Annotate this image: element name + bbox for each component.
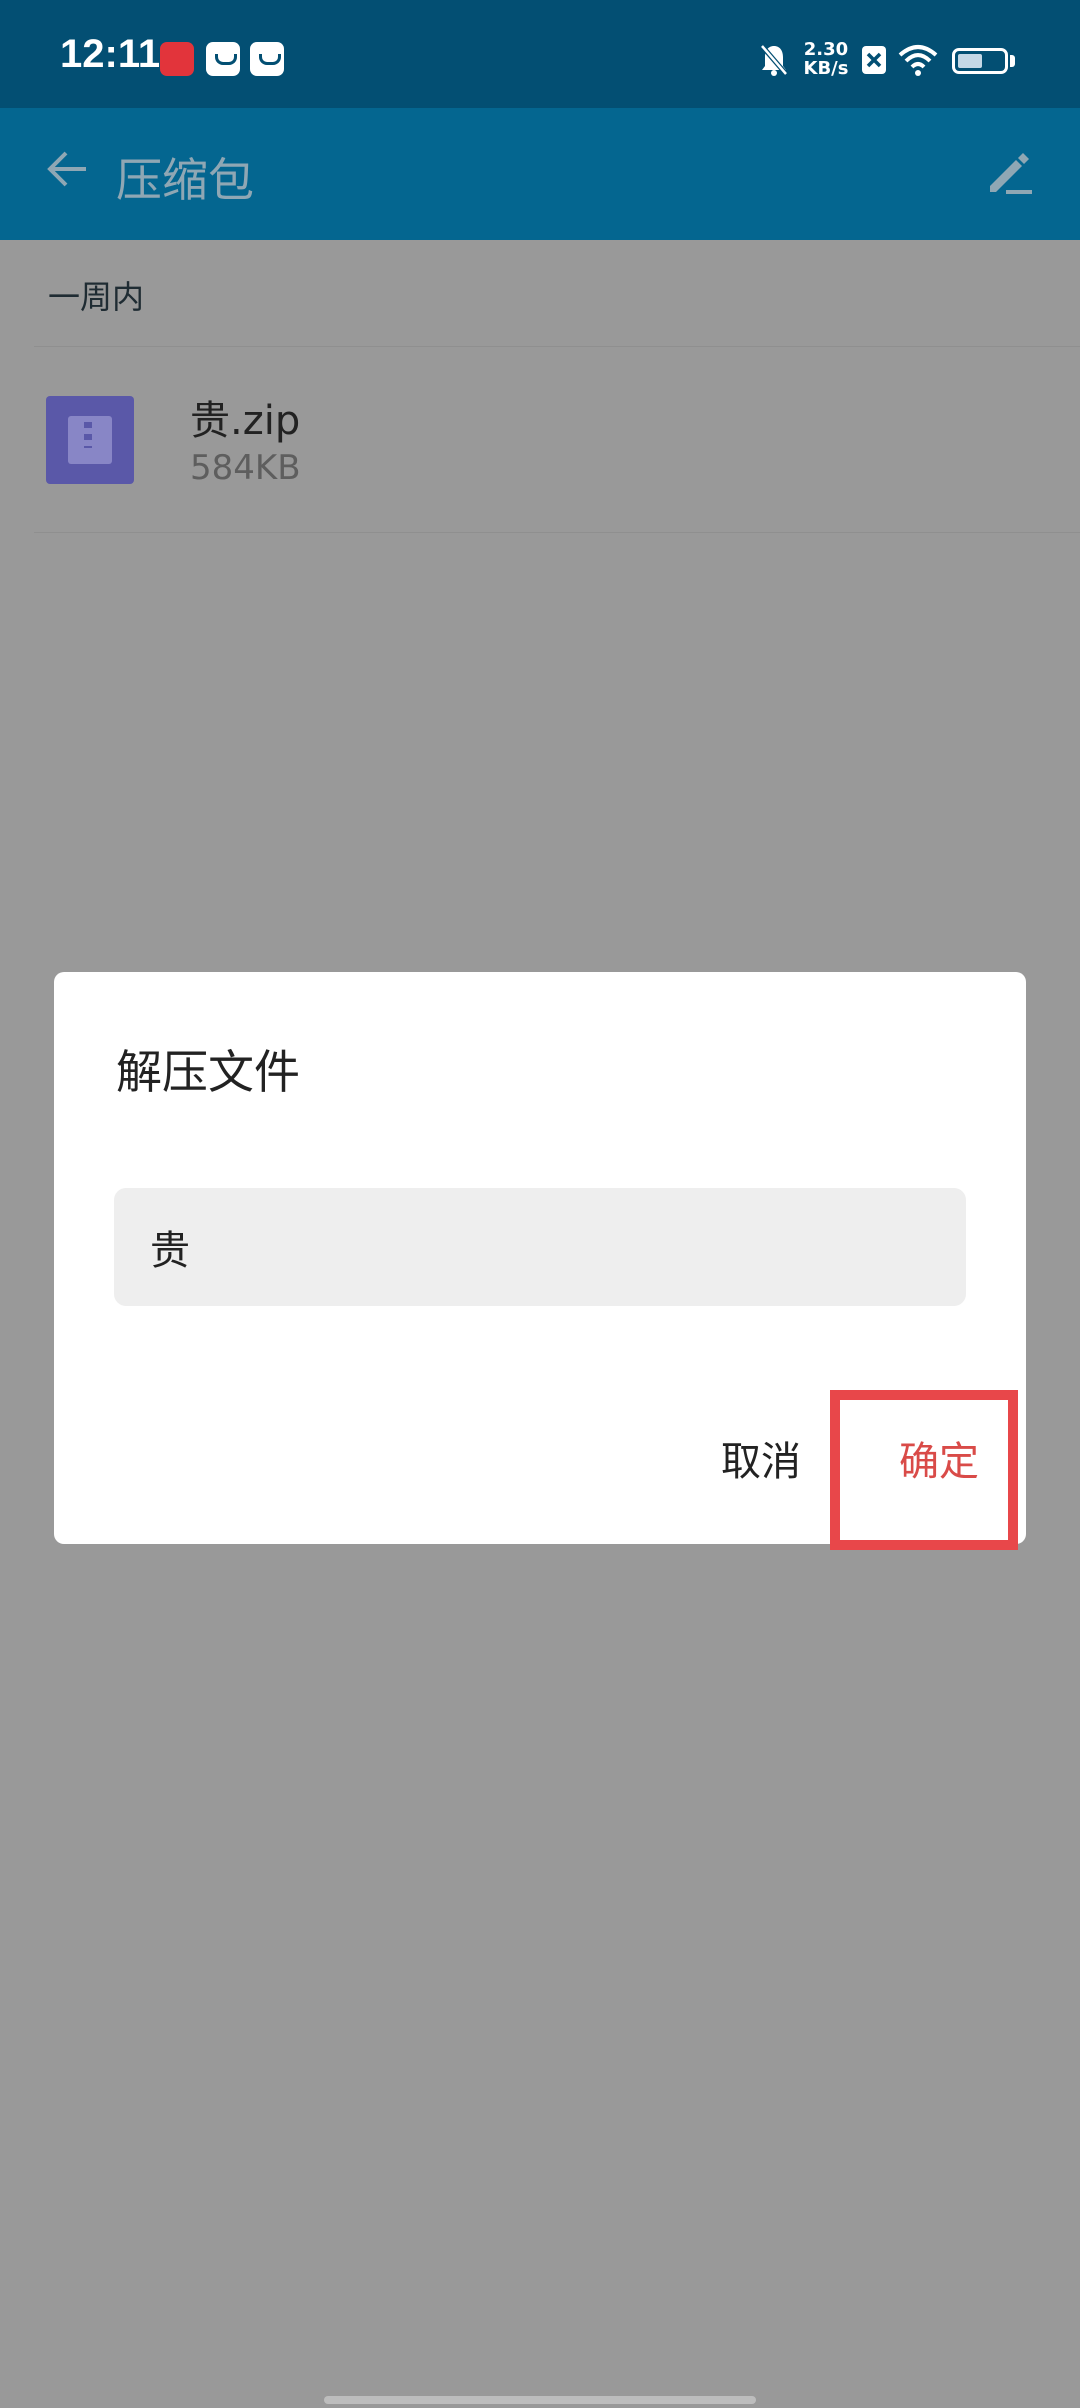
zip-file-icon — [46, 396, 134, 484]
status-bar: 12:11 2.30 KB/s — [0, 0, 1080, 108]
page-title: 压缩包 — [116, 153, 254, 207]
divider — [34, 532, 1080, 533]
home-indicator[interactable] — [324, 2396, 756, 2404]
network-speed-unit: KB/s — [803, 58, 849, 79]
back-arrow-icon[interactable] — [44, 146, 90, 192]
cancel-button[interactable]: 取消 — [706, 1428, 816, 1488]
edit-pencil-icon[interactable] — [984, 146, 1036, 198]
file-name: 贵.zip — [190, 398, 301, 444]
mail-icon — [250, 42, 284, 76]
bell-muted-icon — [760, 44, 788, 76]
zip-teeth — [84, 422, 92, 448]
dialog-title: 解压文件 — [116, 1045, 300, 1099]
list-item[interactable] — [0, 346, 1080, 532]
calendar-icon — [206, 42, 240, 76]
section-header-week: 一周内 — [48, 278, 145, 316]
status-time: 12:11 — [60, 32, 161, 76]
red-app-icon — [160, 42, 194, 76]
battery-level — [958, 54, 982, 68]
highlight-box — [830, 1390, 1018, 1550]
network-speed: 2.30 KB/s — [800, 40, 852, 78]
sim-off-icon — [862, 46, 886, 74]
wifi-icon — [898, 45, 938, 76]
file-size: 584KB — [190, 448, 301, 488]
battery-icon — [952, 48, 1008, 74]
network-speed-value: 2.30 — [803, 39, 849, 60]
battery-tip — [1010, 55, 1015, 67]
zip-file-icon-body — [68, 416, 112, 464]
folder-name-input[interactable] — [114, 1188, 966, 1306]
